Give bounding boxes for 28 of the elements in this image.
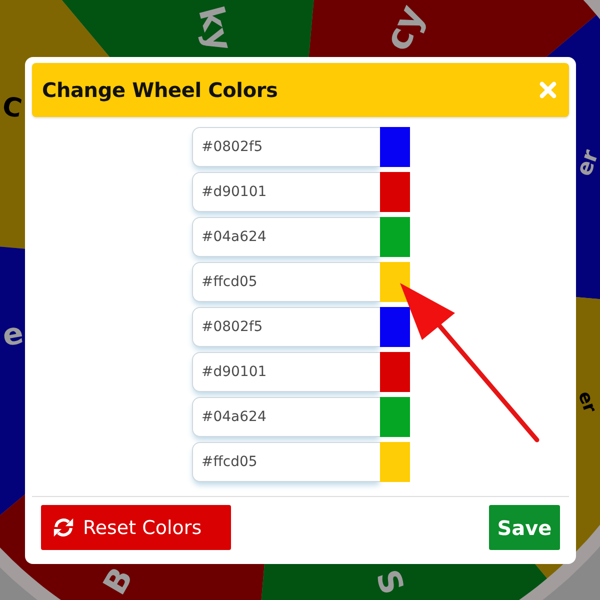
wheel-label: B [95,560,141,600]
hex-color-input[interactable]: #ffcd05 [192,262,380,302]
close-icon [539,81,557,99]
hex-color-input[interactable]: #ffcd05 [192,442,380,482]
color-swatch[interactable] [380,307,410,347]
wheel-label: ky [190,2,240,56]
hex-color-input[interactable]: #04a624 [192,217,380,257]
sync-icon [52,516,75,539]
save-button[interactable]: Save [489,505,560,550]
wheel-label: er [574,388,600,416]
dialog-title: Change Wheel Colors [42,78,278,102]
color-swatch[interactable] [380,217,410,257]
wheel-label: e [0,316,26,354]
hex-color-input[interactable]: #0802f5 [192,307,380,347]
close-button[interactable] [539,81,557,99]
color-swatch[interactable] [380,127,410,167]
wheel-label: cy [377,0,433,57]
hex-color-input[interactable]: #d90101 [192,172,380,212]
hex-color-input[interactable]: #d90101 [192,352,380,392]
wheel-label: S [368,564,412,600]
reset-colors-button[interactable]: Reset Colors [41,505,231,550]
hex-color-input[interactable]: #04a624 [192,397,380,437]
hex-color-input[interactable]: #0802f5 [192,127,380,167]
wheel-label: C [0,92,24,124]
color-swatch[interactable] [380,397,410,437]
color-swatch[interactable] [380,172,410,212]
color-swatch[interactable] [380,352,410,392]
wheel-label: er [572,146,600,180]
